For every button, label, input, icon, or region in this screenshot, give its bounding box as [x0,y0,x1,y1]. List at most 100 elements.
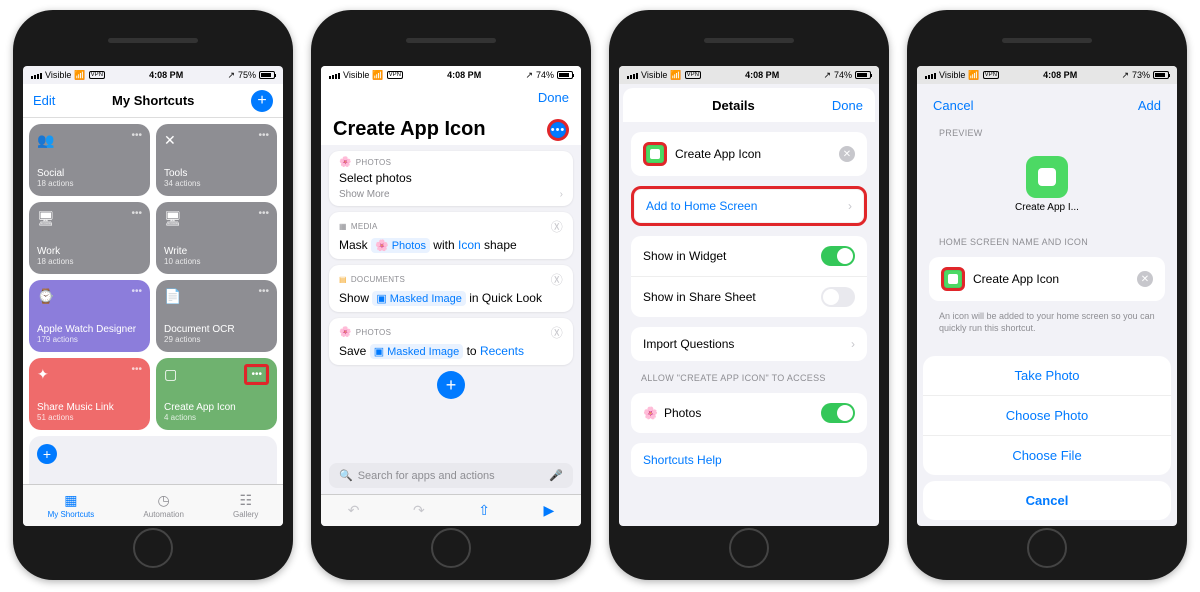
tab-automation[interactable]: ◷Automation [143,492,183,519]
modal-header: Cancel Add [921,88,1173,122]
photos-toggle[interactable] [821,403,855,423]
action-quicklook[interactable]: ▤DOCUMENTSⓧ Show ▣Masked Image in Quick … [329,265,573,312]
modal-header: Details Done [623,88,875,122]
clear-button[interactable]: ✕ [839,146,855,162]
home-button[interactable] [729,528,769,568]
screen-editor: Visible 📶 VPN 4:08 PM ↗ 74% Done Create … [321,66,581,526]
tab-my-shortcuts[interactable]: ▦My Shortcuts [48,492,95,519]
redo-button[interactable]: ↷ [413,502,425,519]
monitor-icon: 🖥 [37,210,142,227]
shortcuts-grid: •••👥Social18 actions •••✕Tools34 actions… [23,118,283,484]
doc-icon: 📄 [164,288,269,305]
add-button[interactable]: Add [1138,98,1161,113]
done-button[interactable]: Done [538,90,569,105]
tile-create-app-icon[interactable]: •••▢Create App Icon4 actions [156,358,277,430]
shortcut-name-row[interactable]: Create App Icon ✕ [631,132,867,176]
documents-icon: ▤ [339,275,347,284]
home-button[interactable] [1027,528,1067,568]
remove-icon[interactable]: ⓧ [551,324,563,341]
preview-icon [1026,156,1068,198]
status-bar: Visible 📶 VPN 4:08 PM ↗ 75% [23,66,283,84]
status-bar: Visible 📶 VPN 4:08 PM ↗ 74% [321,66,581,84]
widget-toggle[interactable] [821,246,855,266]
toolbar: ↶ ↷ ⇧ ▶ [321,494,581,526]
status-bar: Visible 📶 VPN 4:08 PM ↗ 73% [917,66,1177,84]
cancel-button[interactable]: Cancel [933,98,973,113]
plus-icon: + [37,444,57,464]
phone-frame-1: Visible 📶 VPN 4:08 PM ↗ 75% Edit My Shor… [13,10,293,580]
details-title: Details [712,98,755,113]
choose-photo-option[interactable]: Choose Photo [923,396,1171,436]
tile-watch-designer[interactable]: •••⌚Apple Watch Designer179 actions [29,280,150,352]
app-icon[interactable] [643,142,667,166]
stack-icon: ☷ [239,492,252,509]
create-shortcut-tile[interactable]: +Create Shortcut [29,436,277,484]
tile-tools[interactable]: •••✕Tools34 actions [156,124,277,196]
phone-frame-3: Visible 📶 VPN 4:08 PM ↗ 74% DetailsDone … [609,10,889,580]
tab-bar: ▦My Shortcuts ◷Automation ☷Gallery [23,484,283,526]
home-button[interactable] [431,528,471,568]
choose-file-option[interactable]: Choose File [923,436,1171,475]
search-input[interactable]: 🔍Search for apps and actions🎤 [329,463,573,488]
take-photo-option[interactable]: Take Photo [923,356,1171,396]
clock: 4:08 PM [149,70,183,80]
tile-work[interactable]: •••🖥Work18 actions [29,202,150,274]
tile-document-ocr[interactable]: •••📄Document OCR29 actions [156,280,277,352]
hint-text: An icon will be added to your home scree… [921,307,1173,338]
done-button[interactable]: Done [832,98,863,113]
clock-icon: ◷ [158,492,170,509]
show-in-widget-row[interactable]: Show in Widget [631,236,867,277]
action-select-photos[interactable]: 🌸PHOTOS Select photos Show More› [329,151,573,206]
home-button[interactable] [133,528,173,568]
tab-gallery[interactable]: ☷Gallery [233,492,258,519]
undo-button[interactable]: ↶ [348,502,360,519]
sheet-cancel-button[interactable]: Cancel [923,481,1171,520]
action-sheet: Take Photo Choose Photo Choose File Canc… [917,350,1177,526]
people-icon: 👥 [37,132,142,149]
photos-icon: 🌸 [643,406,658,420]
show-in-share-row[interactable]: Show in Share Sheet [631,277,867,317]
shortcut-title: Create App Icon [333,118,486,141]
page-title: My Shortcuts [112,93,194,108]
grid-icon: ▦ [64,492,77,509]
icon-picker[interactable] [941,267,965,291]
tile-write[interactable]: •••🖥Write10 actions [156,202,277,274]
watch-icon: ⌚ [37,288,142,305]
import-questions-row[interactable]: Import Questions› [631,327,867,361]
name-input-row[interactable]: Create App Icon ✕ [929,257,1165,301]
photos-permission-row[interactable]: 🌸Photos [631,393,867,433]
action-mask[interactable]: ▦MEDIAⓧ Mask 🌸Photos with Icon shape [329,212,573,259]
shortcuts-help-row[interactable]: Shortcuts Help [631,443,867,477]
screen-add-to-home: Visible 📶 VPN 4:08 PM ↗ 73% Cancel Add P… [917,66,1177,526]
add-shortcut-button[interactable]: + [251,90,273,112]
tile-more-button[interactable]: ••• [244,364,269,385]
share-toggle[interactable] [821,287,855,307]
play-button[interactable]: ▶ [543,502,554,519]
clear-button[interactable]: ✕ [1137,271,1153,287]
preview: Create App I... [929,146,1165,223]
battery-pct: 75% [238,70,256,80]
search-icon: 🔍 [339,469,353,482]
mic-icon[interactable]: 🎤 [549,469,563,482]
action-save[interactable]: 🌸PHOTOSⓧ Save ▣Masked Image to Recents [329,318,573,365]
screen-details: Visible 📶 VPN 4:08 PM ↗ 74% DetailsDone … [619,66,879,526]
share-button[interactable]: ⇧ [478,502,490,519]
screen-my-shortcuts: Visible 📶 VPN 4:08 PM ↗ 75% Edit My Shor… [23,66,283,526]
tile-share-music[interactable]: •••✦Share Music Link51 actions [29,358,150,430]
more-options-button[interactable]: ••• [547,119,569,141]
add-action-button[interactable]: + [437,371,465,399]
remove-icon[interactable]: ⓧ [551,271,563,288]
photos-icon: 🌸 [339,327,352,338]
phone-frame-4: Visible 📶 VPN 4:08 PM ↗ 73% Cancel Add P… [907,10,1187,580]
carrier: Visible [45,70,71,80]
status-bar: Visible 📶 VPN 4:08 PM ↗ 74% [619,66,879,84]
phone-frame-2: Visible 📶 VPN 4:08 PM ↗ 74% Done Create … [311,10,591,580]
tile-social[interactable]: •••👥Social18 actions [29,124,150,196]
photos-icon: 🌸 [339,157,352,168]
add-to-home-row[interactable]: Add to Home Screen› [631,186,867,226]
remove-icon[interactable]: ⓧ [551,218,563,235]
nav-bar: Edit My Shortcuts + [23,84,283,118]
edit-button[interactable]: Edit [33,93,55,108]
monitor-icon: 🖥 [164,210,269,227]
actions-list: 🌸PHOTOS Select photos Show More› ▦MEDIAⓧ… [321,145,581,457]
